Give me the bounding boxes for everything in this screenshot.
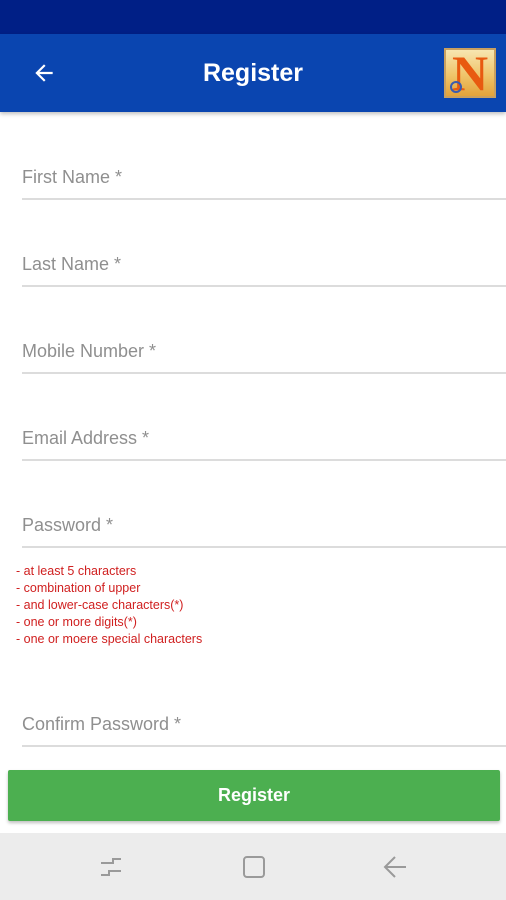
confirm-password-input[interactable] <box>22 709 506 739</box>
password-hint: - one or moere special characters <box>16 632 203 646</box>
password-hint: - combination of upper <box>16 581 141 595</box>
email-input[interactable] <box>22 423 506 453</box>
password-input[interactable] <box>22 510 506 540</box>
system-back-button[interactable] <box>377 850 413 884</box>
mobile-number-field <box>22 314 506 374</box>
back-icon <box>383 856 406 878</box>
password-requirements: - at least 5 characters - combination of… <box>16 563 486 648</box>
logo-seal-icon <box>450 81 462 93</box>
first-name-field <box>22 140 506 200</box>
arrow-left-icon <box>35 64 53 82</box>
page-title: Register <box>202 59 304 87</box>
back-button[interactable] <box>20 50 68 96</box>
status-bar <box>0 0 506 34</box>
email-field <box>22 401 506 461</box>
password-hint: - one or more digits(*) <box>16 615 137 629</box>
confirm-password-field <box>22 687 506 747</box>
mobile-number-input[interactable] <box>22 336 506 366</box>
last-name-input[interactable] <box>22 249 506 279</box>
recents-button[interactable] <box>93 850 129 884</box>
password-hint: - and lower-case characters(*) <box>16 598 184 612</box>
home-icon <box>243 856 265 878</box>
first-name-input[interactable] <box>22 162 506 192</box>
app-bar: Register N <box>0 34 506 112</box>
home-button[interactable] <box>236 850 272 884</box>
system-nav-bar <box>0 833 506 900</box>
password-field <box>22 488 506 548</box>
recents-icon <box>101 858 121 876</box>
register-button[interactable]: Register <box>8 770 500 821</box>
last-name-field <box>22 227 506 287</box>
password-hint: - at least 5 characters <box>16 564 137 578</box>
app-logo: N <box>444 48 496 98</box>
